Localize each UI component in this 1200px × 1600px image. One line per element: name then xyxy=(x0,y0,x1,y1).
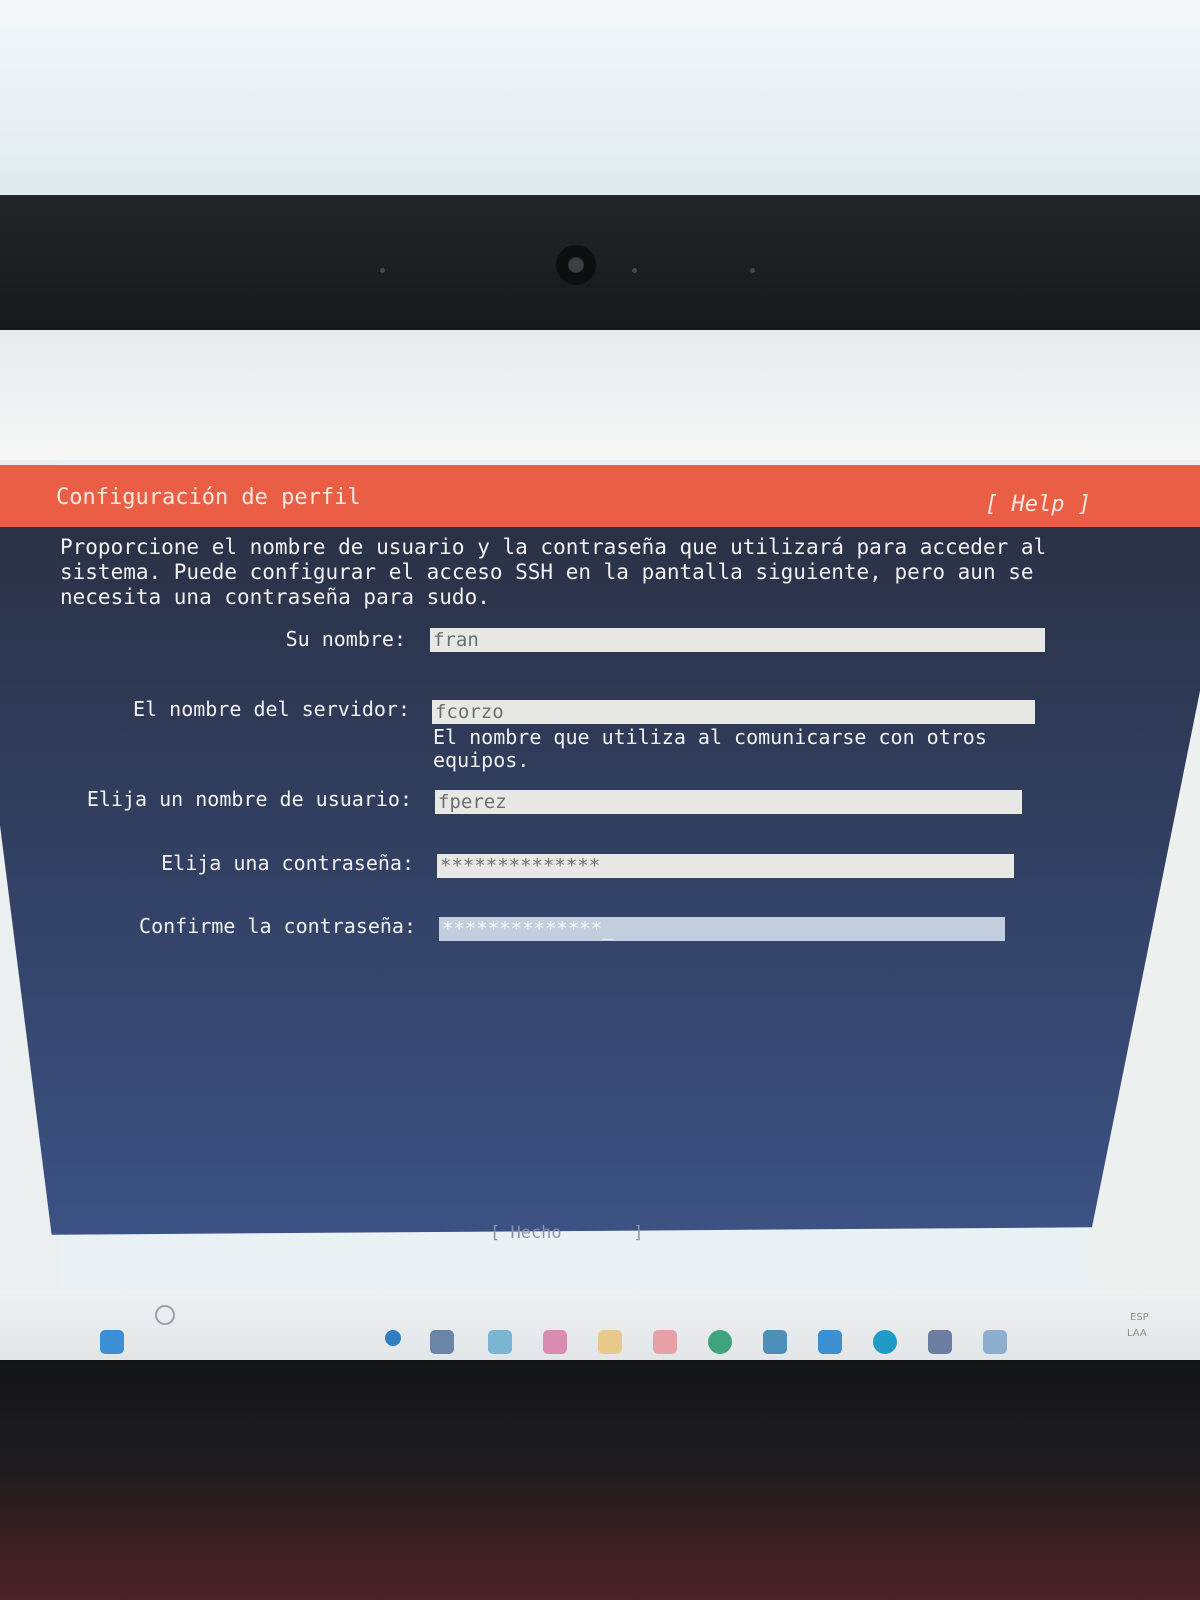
screen-top-area xyxy=(0,330,1200,460)
done-button[interactable]: [ Hecho ] xyxy=(490,1223,644,1243)
username-label: Elija un nombre de usuario: xyxy=(86,787,412,811)
server-name-field[interactable]: fcorzo xyxy=(432,700,1035,724)
server-name-label: El nombre del servidor: xyxy=(133,697,410,721)
password-field[interactable]: ************** xyxy=(437,854,1014,878)
office-icon[interactable] xyxy=(653,1330,677,1354)
confirm-password-label: Confirme la contraseña: xyxy=(139,914,416,938)
password-label: Elija una contraseña: xyxy=(161,851,414,875)
background-wall xyxy=(0,0,1200,210)
app-icon[interactable] xyxy=(983,1330,1007,1354)
sensor-dot xyxy=(750,268,755,273)
laptop-bezel-bottom xyxy=(0,1360,1200,1600)
username-field[interactable]: fperez xyxy=(435,790,1022,814)
file-explorer-icon[interactable] xyxy=(430,1330,454,1354)
page-title: Configuración de perfil xyxy=(56,485,361,510)
sensor-dot xyxy=(380,268,385,273)
laptop-bezel-top xyxy=(0,195,1200,330)
tray-language[interactable]: ESP xyxy=(1130,1312,1149,1323)
edge-icon[interactable] xyxy=(873,1330,897,1354)
search-icon[interactable] xyxy=(155,1305,175,1325)
intro-text: Proporcione el nombre de usuario y la co… xyxy=(60,535,1047,609)
confirm-password-field[interactable]: **************_ xyxy=(439,917,1005,941)
virtualbox-icon[interactable] xyxy=(928,1330,952,1354)
tray-layout[interactable]: LAA xyxy=(1127,1328,1147,1339)
chat-icon[interactable] xyxy=(385,1330,401,1346)
help-button[interactable]: [ Help ] xyxy=(985,492,1091,517)
name-field[interactable]: fran xyxy=(430,628,1045,652)
store-icon[interactable] xyxy=(763,1330,787,1354)
folder-icon[interactable] xyxy=(598,1330,622,1354)
installer-header: Configuración de perfil [ Help ] xyxy=(0,465,1200,527)
server-name-hint: El nombre que utiliza al comunicarse con… xyxy=(433,725,987,772)
windows-start-icon[interactable] xyxy=(100,1330,124,1354)
vscode-icon[interactable] xyxy=(818,1330,842,1354)
webcam-icon xyxy=(556,245,596,285)
browser-icon[interactable] xyxy=(708,1330,732,1354)
teams-icon[interactable] xyxy=(543,1330,567,1354)
camera-led xyxy=(632,268,637,273)
name-label: Su nombre: xyxy=(285,627,406,651)
cloud-icon[interactable] xyxy=(488,1330,512,1354)
